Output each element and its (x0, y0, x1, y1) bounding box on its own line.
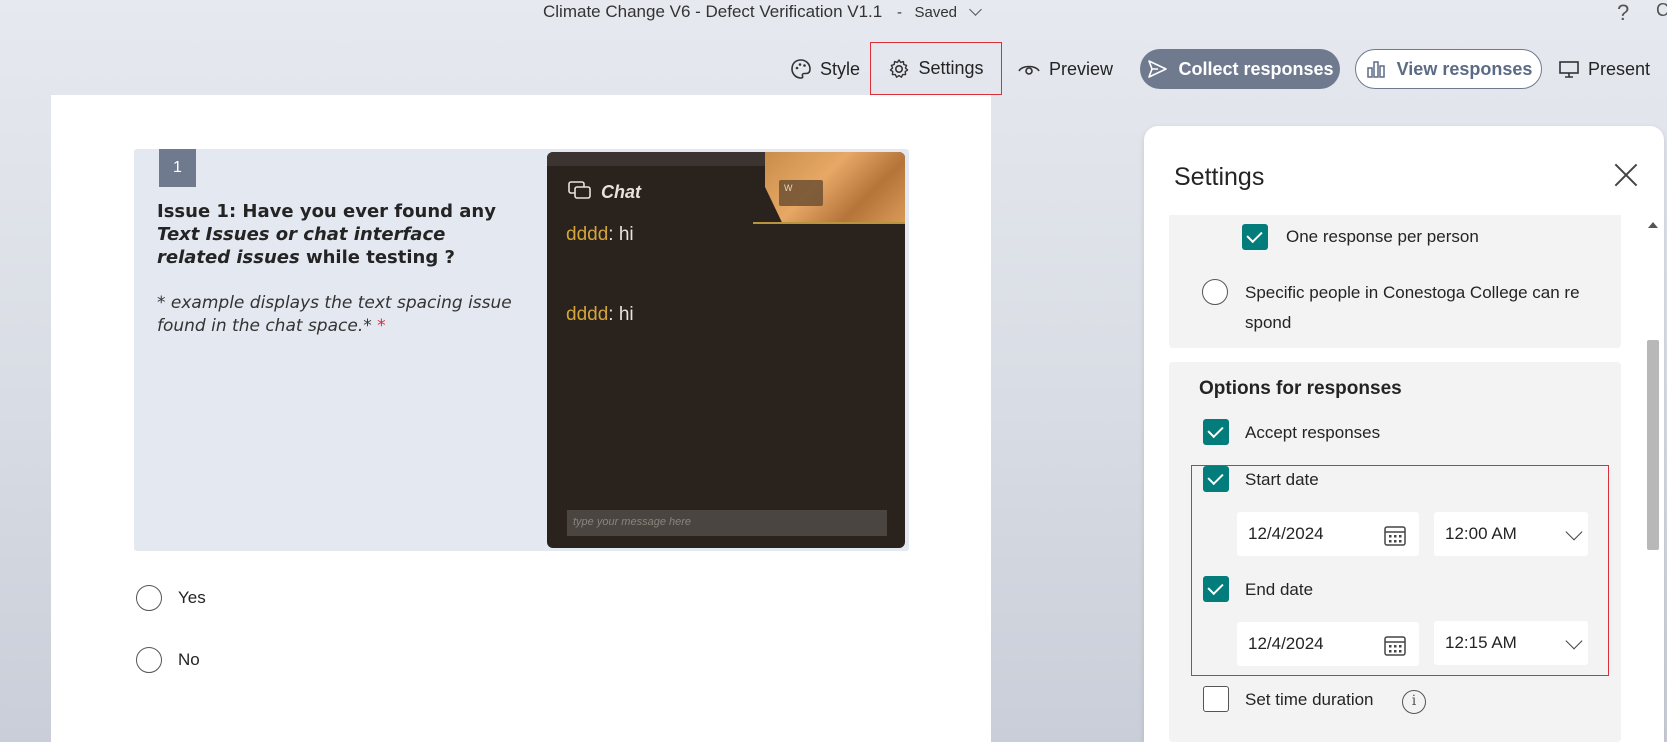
chat-message-text: : hi (608, 224, 634, 245)
time-duration-checkbox[interactable] (1203, 686, 1229, 712)
chat-input-placeholder: type your message here (567, 510, 887, 536)
chat-message-text: : hi (608, 304, 634, 325)
chevron-down-icon[interactable] (969, 3, 983, 16)
option-no-label: No (178, 650, 200, 669)
saved-label: Saved (914, 4, 958, 21)
chat-message-name: dddd (566, 304, 609, 325)
calendar-icon[interactable] (1383, 633, 1407, 657)
accept-responses-checkbox[interactable] (1203, 419, 1229, 445)
question-subtitle: * example displays the text spacing issu… (157, 292, 517, 338)
scrollbar-thumb[interactable] (1647, 340, 1659, 550)
bar-chart-icon (1366, 61, 1385, 78)
option-no[interactable]: No (136, 647, 200, 673)
start-date-field[interactable]: 12/4/2024 (1237, 512, 1419, 556)
end-date-field[interactable]: 12/4/2024 (1237, 622, 1419, 666)
question-text-b: while testing ? (299, 247, 455, 268)
view-responses-button[interactable]: View responses (1355, 49, 1542, 89)
required-mark: * (377, 316, 386, 336)
chat-message: dddd: hi (566, 224, 634, 246)
question-number: 1 (159, 149, 196, 187)
end-time-select[interactable]: 12:15 AM (1434, 621, 1588, 665)
help-icon[interactable]: ? (1617, 0, 1629, 26)
calendar-icon[interactable] (1383, 523, 1407, 547)
info-icon[interactable]: i (1402, 690, 1426, 714)
radio-no[interactable] (136, 647, 162, 673)
document-title[interactable]: Climate Change V6 - Defect Verification … (543, 2, 983, 22)
question-image: W Chat dddd: hi dddd: hi type your messa… (547, 152, 905, 548)
send-icon (1148, 60, 1168, 78)
account-glyph[interactable]: C (1656, 0, 1667, 21)
view-responses-label: View responses (1396, 58, 1533, 79)
style-label: Style (820, 58, 861, 79)
collect-responses-button[interactable]: Collect responses (1140, 49, 1340, 89)
end-date-label: End date (1245, 580, 1314, 599)
chevron-down-icon (1565, 523, 1583, 541)
chat-icon (568, 181, 591, 199)
specific-people-label: Specific people in Conestoga College can… (1245, 283, 1580, 332)
option-yes[interactable]: Yes (136, 585, 206, 611)
eye-icon (1018, 65, 1040, 75)
question-text-a: : Have you ever found any (228, 201, 496, 222)
scroll-up-arrow-icon[interactable] (1648, 222, 1658, 228)
save-status: - Saved (897, 4, 961, 21)
end-date-value: 12/4/2024 (1248, 634, 1324, 653)
image-top-strip (547, 152, 777, 166)
gear-icon (890, 58, 909, 78)
preview-label: Preview (1049, 58, 1114, 79)
time-duration-label: Set time duration (1245, 690, 1374, 709)
chat-message: dddd: hi (566, 304, 634, 326)
title-separator: - (896, 4, 902, 21)
radio-yes[interactable] (136, 585, 162, 611)
one-response-checkbox[interactable] (1242, 224, 1268, 250)
presentation-icon (1559, 61, 1579, 78)
settings-panel-title: Settings (1174, 163, 1265, 191)
preview-button[interactable]: Preview (1017, 48, 1113, 90)
present-label: Present (1588, 58, 1651, 79)
close-icon[interactable] (1613, 162, 1639, 188)
start-date-value: 12/4/2024 (1248, 524, 1324, 543)
settings-button[interactable]: Settings (870, 42, 1002, 95)
one-response-label: One response per person (1286, 227, 1479, 246)
subtitle-text: * example displays the text spacing issu… (157, 293, 512, 336)
accept-responses-label: Accept responses (1245, 423, 1381, 442)
start-date-checkbox[interactable] (1203, 466, 1229, 492)
option-yes-label: Yes (178, 588, 206, 607)
palette-icon (791, 59, 811, 79)
document-title-text: Climate Change V6 - Defect Verification … (543, 2, 883, 21)
start-time-select[interactable]: 12:00 AM (1434, 512, 1588, 556)
chevron-down-icon (1565, 632, 1583, 650)
options-heading: Options for responses (1199, 378, 1402, 399)
chat-title: Chat (601, 182, 641, 202)
collect-responses-label: Collect responses (1178, 58, 1334, 79)
settings-label: Settings (918, 58, 984, 78)
end-date-checkbox[interactable] (1203, 576, 1229, 602)
style-button[interactable]: Style (790, 48, 860, 90)
chat-message-name: dddd (566, 224, 609, 245)
start-date-label: Start date (1245, 470, 1319, 489)
question-title: Issue 1: Have you ever found any Text Is… (157, 200, 517, 269)
specific-people-radio[interactable] (1202, 279, 1228, 305)
issue-prefix: Issue 1 (157, 201, 229, 222)
present-button[interactable]: Present (1558, 48, 1650, 90)
image-gold-line (753, 222, 905, 224)
top-bar: Climate Change V6 - Defect Verification … (0, 0, 1667, 95)
image-wood-label: W (779, 180, 823, 206)
start-time-value: 12:00 AM (1445, 524, 1517, 543)
end-time-value: 12:15 AM (1445, 633, 1517, 652)
